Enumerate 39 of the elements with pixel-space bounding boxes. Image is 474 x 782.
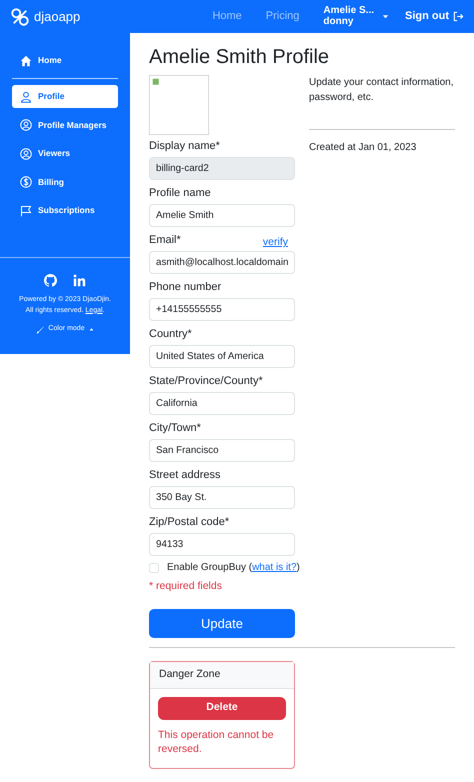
input-field[interactable]: San Francisco <box>149 439 295 462</box>
page-title: Amelie Smith Profile <box>149 45 330 70</box>
user-menu[interactable]: Amelie S... donny <box>323 6 389 27</box>
checkbox-label: Enable GroupBuy (what is it?) <box>167 561 300 575</box>
description-text: Update your contact information, password, etc. <box>309 76 455 105</box>
nav-link[interactable]: Home <box>212 8 242 25</box>
help-link[interactable]: what is it? <box>252 562 297 573</box>
input-field[interactable]: California <box>149 392 295 415</box>
nav-link[interactable]: Pricing <box>266 8 300 25</box>
sidebar-item[interactable]: Home <box>12 49 118 72</box>
required-note: * required fields <box>149 579 223 594</box>
field-label: Zip/Postal code* <box>149 515 230 529</box>
input-field[interactable]: United States of America <box>149 345 295 368</box>
input-field[interactable]: 350 Bay St. <box>149 486 295 509</box>
field-label: Display name* <box>149 139 221 153</box>
input-field[interactable]: +14155555555 <box>149 298 295 321</box>
input-field[interactable]: 94133 <box>149 533 295 556</box>
verify-link[interactable]: verify <box>262 235 288 251</box>
field-label: Email* <box>149 233 181 247</box>
input-field[interactable]: asmith@localhost.localdomain <box>149 251 295 274</box>
sidebar-item[interactable]: Profile <box>12 85 118 108</box>
sign-out-link[interactable]: Sign out <box>405 8 464 25</box>
field-label: Country* <box>149 327 193 341</box>
field-label: City/Town* <box>149 421 202 435</box>
field-label: Profile name <box>149 186 212 200</box>
created-date: Created at Jan 01, 2023 <box>309 141 418 155</box>
card-header: Danger Zone <box>150 662 294 688</box>
field-label: State/Province/County* <box>149 374 264 388</box>
warning-text: This operation cannot be reversed. <box>158 728 275 756</box>
brand-name[interactable]: djaoapp <box>34 6 80 26</box>
sidebar-item[interactable]: Subscriptions <box>12 199 118 222</box>
delete-button[interactable]: Delete <box>158 696 286 720</box>
field-label: Street address <box>149 468 222 482</box>
sidebar-item[interactable]: Profile Managers <box>12 114 118 136</box>
sidebar-item[interactable]: Billing <box>12 170 118 194</box>
sidebar-item[interactable]: Viewers <box>12 142 118 165</box>
input-field[interactable]: Amelie Smith <box>149 204 295 227</box>
field-label: Phone number <box>149 280 222 294</box>
update-button[interactable]: Update <box>149 608 295 638</box>
